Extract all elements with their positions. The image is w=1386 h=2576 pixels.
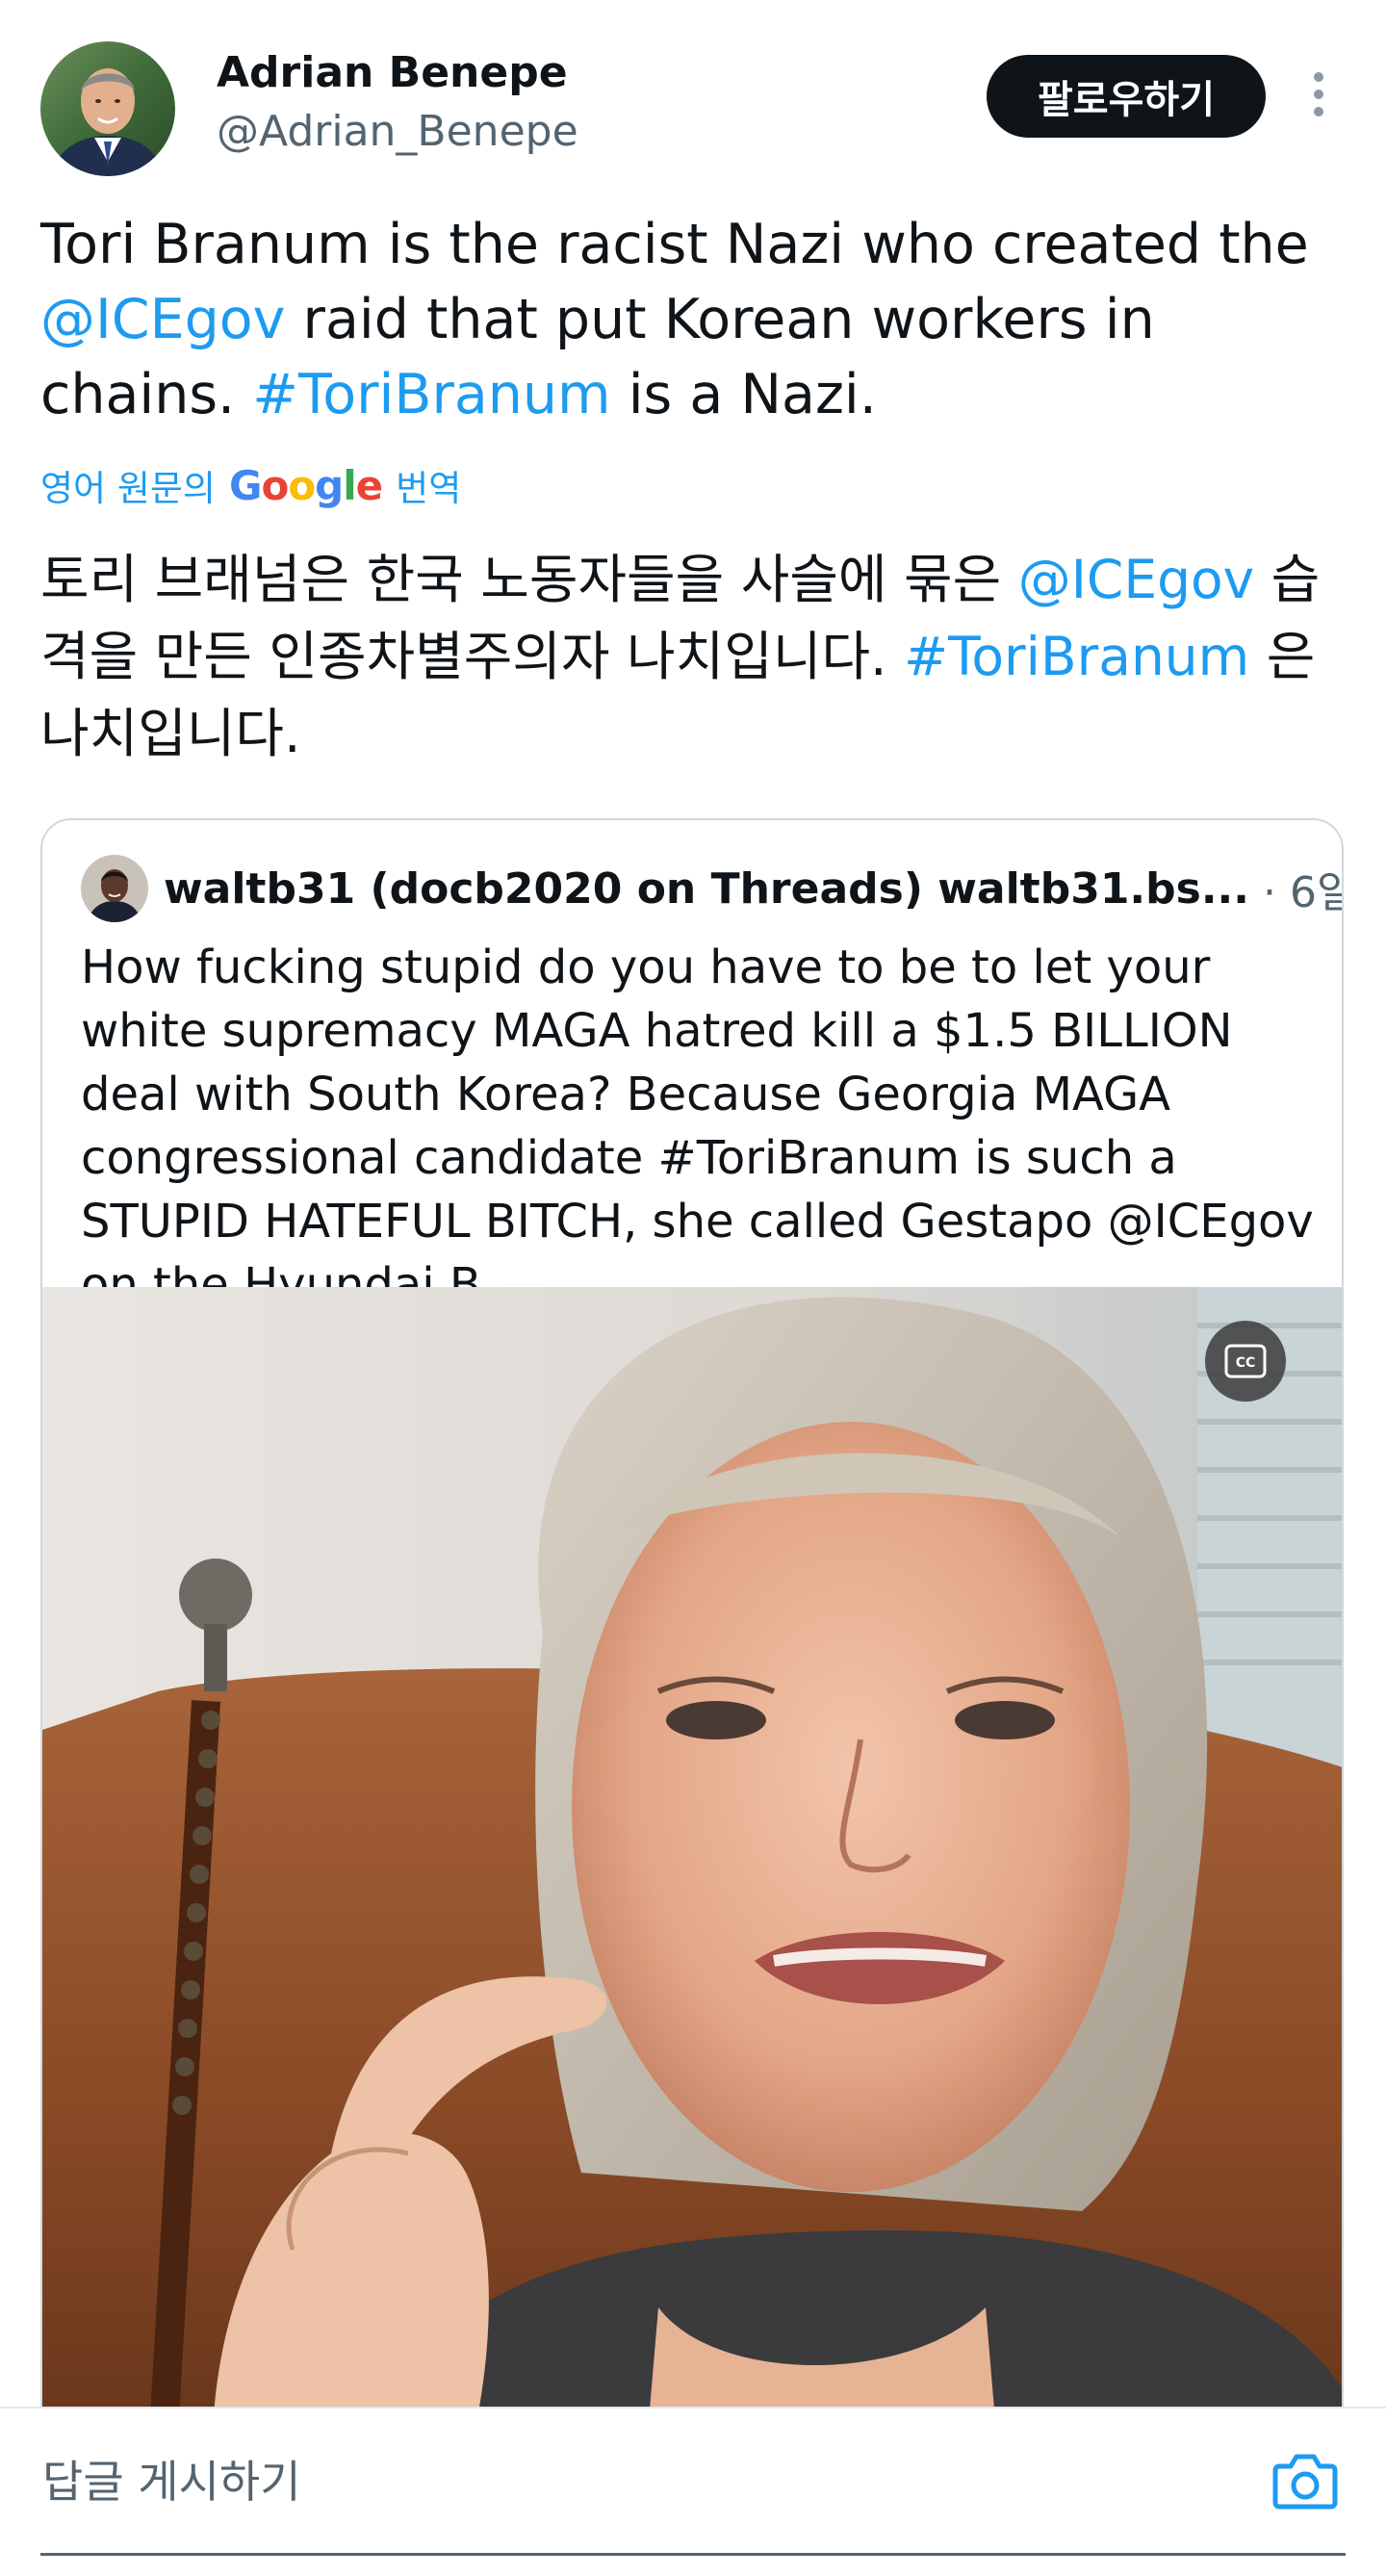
tweet-detail-page: Adrian Benepe @Adrian_Benepe 팔로우하기 Tori …	[0, 0, 1386, 2576]
translation-attribution[interactable]: 영어 원문의 Google 번역	[40, 459, 461, 511]
author-avatar[interactable]	[40, 41, 175, 176]
google-logo: Google	[228, 461, 383, 509]
author-name[interactable]: Adrian Benepe	[217, 48, 568, 97]
bottom-divider	[40, 2553, 1346, 2556]
follow-button[interactable]: 팔로우하기	[987, 55, 1266, 138]
closed-captions-icon[interactable]: CC	[1205, 1321, 1286, 1402]
quoted-author-avatar[interactable]	[81, 855, 148, 922]
reply-input[interactable]	[40, 2447, 1199, 2516]
quoted-tweet-video[interactable]	[42, 1287, 1342, 2530]
tweet-text: Tori Branum is the racist Nazi who creat…	[40, 207, 1359, 432]
translation-suffix: 번역	[396, 468, 462, 509]
translation-prefix: 영어 원문의	[40, 468, 216, 509]
author-handle[interactable]: @Adrian_Benepe	[217, 107, 578, 156]
svg-text:CC: CC	[1236, 1355, 1256, 1371]
camera-icon[interactable]	[1269, 2447, 1342, 2514]
more-vertical-icon[interactable]	[1299, 65, 1338, 123]
translated-text: 토리 브래넘은 한국 노동자들을 사슬에 묶은 @ICEgov 습격을 만든 인…	[40, 541, 1364, 772]
quoted-tweet-card[interactable]: waltb31 (docb2020 on Threads) waltb31.bs…	[40, 818, 1344, 2532]
translated-mention-link[interactable]: @ICEgov	[1018, 549, 1255, 610]
quoted-tweet-time: · 6일	[1262, 868, 1342, 917]
quoted-author-name[interactable]: waltb31 (docb2020 on Threads) waltb31.bs…	[164, 864, 1249, 914]
hashtag-link-toribranum[interactable]: #ToriBranum	[252, 363, 610, 426]
reply-bar	[0, 2407, 1386, 2576]
tweet-text-part3: is a Nazi.	[610, 363, 877, 426]
mention-link-icegov[interactable]: @ICEgov	[40, 288, 285, 351]
translated-part1: 토리 브래넘은 한국 노동자들을 사슬에 묶은	[40, 549, 1018, 610]
quoted-tweet-text: How fucking stupid do you have to be to …	[81, 940, 1314, 1312]
quoted-tweet-header: waltb31 (docb2020 on Threads) waltb31.bs…	[81, 855, 1342, 922]
tweet-text-part1: Tori Branum is the racist Nazi who creat…	[40, 213, 1309, 276]
translated-hashtag-link[interactable]: #ToriBranum	[904, 626, 1249, 687]
